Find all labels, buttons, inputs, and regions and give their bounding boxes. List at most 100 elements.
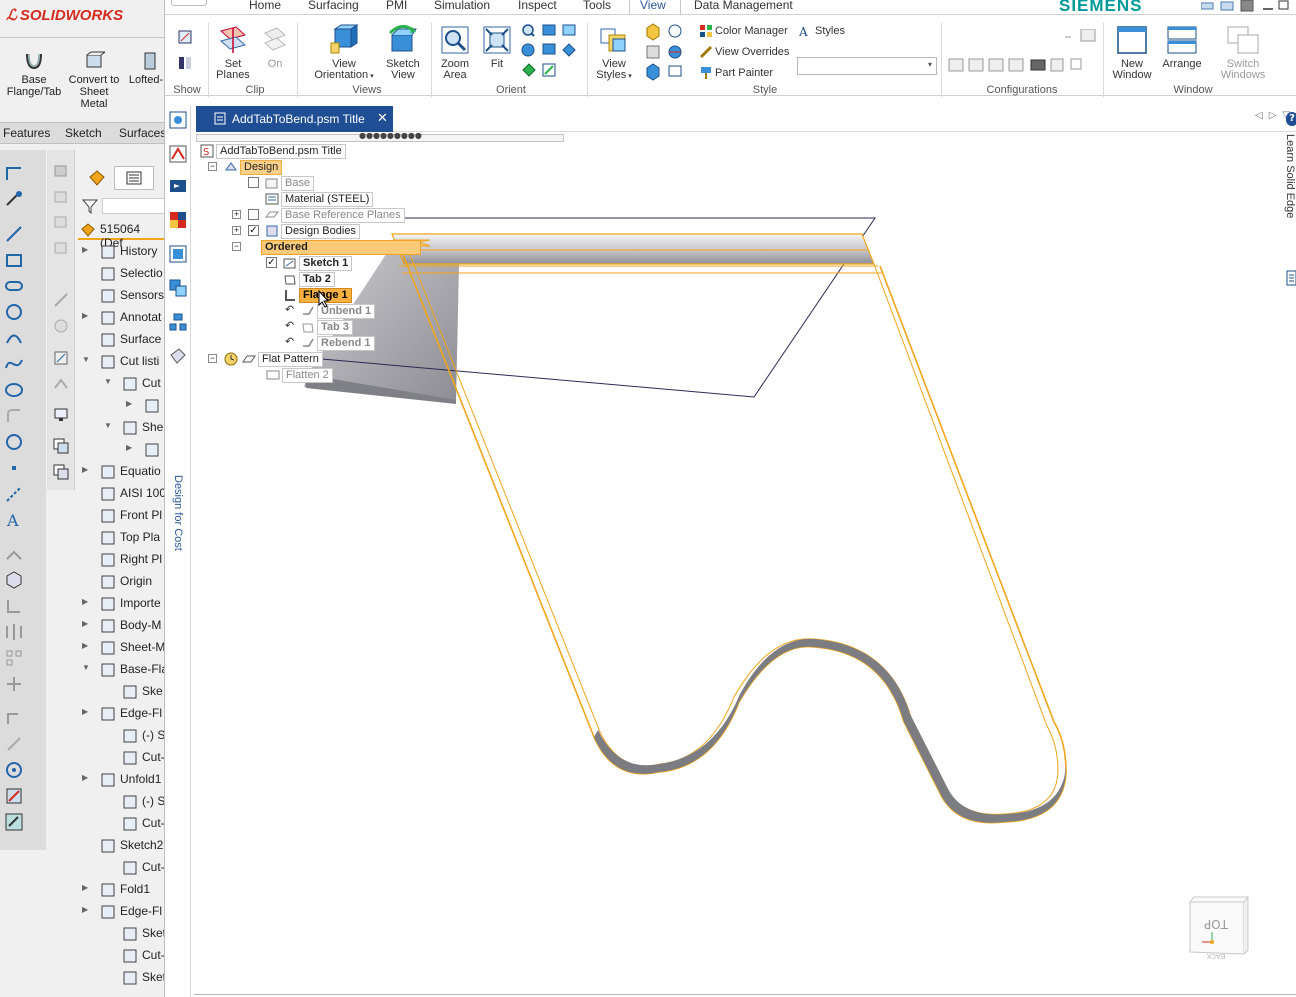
config-icon-2[interactable] xyxy=(968,58,984,72)
new-window-button[interactable]: New Window xyxy=(1107,25,1157,81)
feature-tree-item[interactable]: Origin xyxy=(78,571,164,593)
expand-arrow-icon[interactable]: ▶ xyxy=(82,905,88,914)
tree-flange-1[interactable]: Flange 1 xyxy=(283,288,403,303)
corner-rectangle-icon[interactable] xyxy=(4,164,24,184)
expand-icon[interactable]: + xyxy=(232,210,241,219)
sketch-checkbox[interactable]: ✓ xyxy=(266,257,277,268)
base-flange-button[interactable]: Base Flange/Tab xyxy=(4,50,64,98)
tree-unbend-1[interactable]: ↶ Unbend 1 xyxy=(285,304,425,319)
window-restore-icon[interactable] xyxy=(1278,0,1289,10)
view-styles-button[interactable]: View Styles ▾ xyxy=(591,25,637,82)
mirror-icon[interactable] xyxy=(4,622,24,642)
look-at-icon[interactable] xyxy=(562,43,576,57)
collapse-icon[interactable]: − xyxy=(208,162,217,171)
extrude-icon[interactable] xyxy=(53,162,69,178)
feature-tree-item[interactable]: Selectio xyxy=(78,263,164,285)
tab-features[interactable]: Features xyxy=(3,126,50,140)
feature-tree-item[interactable]: Right Pl xyxy=(78,549,164,571)
clip-on-button[interactable]: On xyxy=(257,25,293,70)
smart-dimension-icon[interactable] xyxy=(4,190,24,210)
tab-simulation[interactable]: Simulation xyxy=(434,0,490,12)
quick-snaps-icon[interactable] xyxy=(4,786,24,806)
tab-pmi[interactable]: PMI xyxy=(386,0,407,12)
tree-base[interactable]: Base xyxy=(248,176,388,191)
render-icon[interactable] xyxy=(668,45,682,59)
expand-arrow-icon[interactable]: ▶ xyxy=(82,619,88,628)
expand-arrow-icon[interactable]: ▶ xyxy=(82,245,88,254)
feature-tree-item[interactable]: Sketch1 xyxy=(78,967,164,989)
tree-tab-3[interactable]: ↶ Tab 3 xyxy=(285,320,425,335)
set-planes-button[interactable]: Set Planes xyxy=(213,25,253,81)
expand-arrow-icon[interactable]: ▶ xyxy=(82,465,88,474)
color-tab-icon[interactable] xyxy=(169,211,187,229)
rapid-sketch-icon[interactable] xyxy=(4,812,24,832)
expand-arrow-icon[interactable]: ▶ xyxy=(82,707,88,716)
view-overrides-button[interactable]: View Overrides xyxy=(699,45,789,59)
collapse-arrow-icon[interactable]: ▼ xyxy=(82,663,90,672)
feature-tree-item[interactable]: ▼ Cut xyxy=(78,373,164,395)
sketch-view-button[interactable]: Sketch View xyxy=(381,23,425,81)
forming-tool-icon[interactable] xyxy=(53,318,69,334)
pathfinder-tab-icon[interactable] xyxy=(169,111,187,129)
feature-tree-item[interactable]: ▶ Sheet-M xyxy=(78,637,164,659)
minimize-icon[interactable] xyxy=(1201,2,1214,10)
feature-tree-item[interactable]: ▶ Edge-Fl xyxy=(78,901,164,923)
collapse-arrow-icon[interactable]: ▼ xyxy=(104,421,112,430)
view-orientation-button[interactable]: View Orientation ▾ xyxy=(311,23,377,82)
sensors-tab-icon[interactable] xyxy=(169,177,187,195)
styles-button[interactable]: A Styles xyxy=(799,24,845,38)
display-relations-icon[interactable] xyxy=(4,760,24,780)
feature-tree-item[interactable]: Cut-Ext xyxy=(78,945,164,967)
tree-flat-pattern[interactable]: − Flat Pattern xyxy=(208,352,408,367)
reference-planes-checkbox[interactable] xyxy=(248,209,259,220)
expand-arrow-icon[interactable]: ▶ xyxy=(82,641,88,650)
ellipse-icon[interactable] xyxy=(4,380,24,400)
unfold-icon[interactable] xyxy=(53,406,69,422)
tree-design-bodies[interactable]: + ✓ Design Bodies xyxy=(232,224,432,239)
fit-button[interactable]: Fit xyxy=(479,25,515,70)
collapse-icon[interactable]: − xyxy=(232,242,241,251)
feature-tree-item[interactable]: ▶ Annotat xyxy=(78,307,164,329)
teamcenter-tab-icon[interactable] xyxy=(169,313,187,331)
tab-surfaces[interactable]: Surfaces xyxy=(119,126,164,140)
previous-view-icon[interactable] xyxy=(522,63,536,77)
expand-arrow-icon[interactable]: ▶ xyxy=(126,399,132,408)
family-of-parts-tab-icon[interactable] xyxy=(169,279,187,297)
feature-tree-item[interactable]: ▶ History xyxy=(78,241,164,263)
text-icon[interactable]: A xyxy=(4,510,24,530)
lofted-bend-button[interactable]: Lofted- xyxy=(124,50,164,86)
cube-icon[interactable] xyxy=(4,570,24,590)
centerline-icon[interactable] xyxy=(4,484,24,504)
feature-tree-item[interactable]: Cut-Ext xyxy=(78,747,164,769)
feature-tree-item[interactable]: ▶ xyxy=(78,439,164,461)
view-cube[interactable]: TOP BACK xyxy=(1188,895,1250,960)
tree-flatten-2[interactable]: Flatten 2 xyxy=(266,368,406,383)
zoom-in-icon[interactable] xyxy=(521,43,535,57)
line-icon[interactable] xyxy=(4,224,24,244)
restore-icon[interactable] xyxy=(1220,1,1234,11)
feature-tree-item[interactable]: ▶ Fold1 xyxy=(78,879,164,901)
relation-icon[interactable] xyxy=(4,708,24,728)
circle-icon[interactable] xyxy=(4,302,24,322)
feature-tree-item[interactable]: (-) Sket xyxy=(78,791,164,813)
point-icon[interactable] xyxy=(4,458,24,478)
help-icon[interactable] xyxy=(1240,0,1254,12)
feature-tree-item[interactable]: ▼ She xyxy=(78,417,164,439)
filter-input[interactable] xyxy=(102,198,164,214)
camera-icon[interactable] xyxy=(1030,59,1046,71)
zoom-area-button[interactable]: Zoom Area xyxy=(435,25,475,81)
feature-library-tab-icon[interactable] xyxy=(169,245,187,263)
tab-view[interactable]: View xyxy=(640,0,666,12)
offset-icon[interactable] xyxy=(4,596,24,616)
rollback-icon[interactable]: ↶ xyxy=(285,320,299,334)
layers-tab-icon[interactable] xyxy=(169,145,187,163)
feature-tree-item[interactable]: Sensors xyxy=(78,285,164,307)
config-icon-3[interactable] xyxy=(988,58,1004,72)
feature-tree-item[interactable]: ▶ Importe xyxy=(78,593,164,615)
tree-tab-2[interactable]: Tab 2 xyxy=(283,272,403,287)
cut-icon[interactable] xyxy=(53,188,69,204)
shaded-icon[interactable] xyxy=(646,23,660,41)
pan-icon[interactable] xyxy=(542,24,556,36)
part-painter-button[interactable]: Part Painter xyxy=(699,66,773,80)
expand-arrow-icon[interactable]: ▶ xyxy=(126,443,132,452)
